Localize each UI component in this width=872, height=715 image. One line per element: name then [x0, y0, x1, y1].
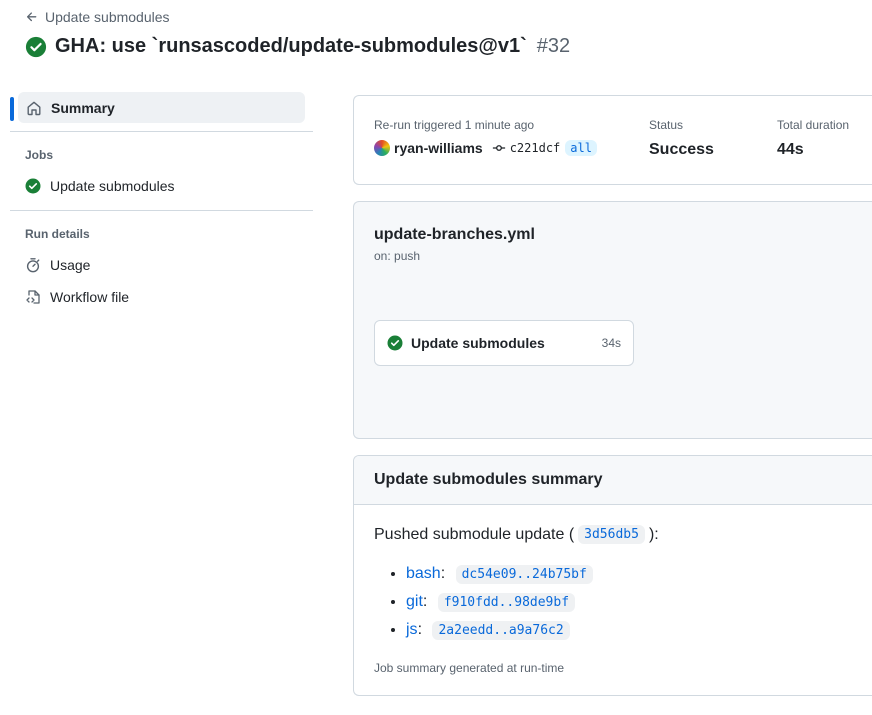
job-duration: 34s: [601, 336, 621, 350]
trigger-info: Re-run triggered 1 minute ago ryan-willi…: [374, 118, 597, 156]
status-label: Status: [649, 118, 684, 132]
sidebar-divider: [10, 131, 313, 132]
check-circle-fill-icon: [25, 36, 47, 57]
job-summary-panel: Update submodules summary Pushed submodu…: [353, 455, 872, 696]
sidebar-item-usage[interactable]: Usage: [10, 249, 314, 281]
pushed-suffix: ):: [648, 525, 659, 543]
submodule-link[interactable]: git: [406, 593, 423, 610]
sidebar-item-label: Update submodules: [50, 178, 175, 194]
summary-footer-note: Job summary generated at run-time: [374, 661, 565, 675]
page-title: GHA: use `runsascoded/update-submodules@…: [25, 35, 570, 58]
workflow-trigger: on: push: [374, 249, 421, 263]
pushed-update-line: Pushed submodule update ( 3d56db5 ):: [374, 525, 852, 544]
check-circle-fill-icon: [25, 178, 41, 194]
run-info-panel: Re-run triggered 1 minute ago ryan-willi…: [353, 95, 872, 185]
duration-label: Total duration: [777, 118, 850, 132]
back-link[interactable]: Update submodules: [25, 9, 170, 25]
actor-link[interactable]: ryan-williams: [394, 140, 483, 156]
status-info: Status Success: [649, 118, 714, 159]
status-value: Success: [649, 141, 714, 158]
job-name: Update submodules: [411, 335, 545, 351]
arrow-left-icon: [26, 12, 37, 22]
file-code-icon: [26, 290, 40, 304]
commit-range-link[interactable]: 2a2eedd..a9a76c2: [432, 621, 570, 640]
job-summary-heading: Update submodules summary: [354, 456, 872, 505]
git-commit-icon: [492, 145, 505, 151]
active-indicator: [10, 97, 14, 121]
branch-badge[interactable]: all: [565, 140, 597, 156]
back-link-label: Update submodules: [45, 9, 170, 25]
duration-value: 44s: [777, 141, 804, 158]
check-circle-fill-icon: [387, 335, 403, 351]
jobs-heading: Jobs: [25, 148, 54, 162]
commit-sha-link[interactable]: c221dcf: [510, 141, 561, 155]
run-title: GHA: use `runsascoded/update-submodules@…: [55, 35, 527, 57]
sidebar-item-job[interactable]: Update submodules: [10, 170, 314, 202]
sidebar-item-label: Summary: [51, 99, 115, 116]
sidebar-item-label: Workflow file: [50, 289, 130, 305]
commit-range-link[interactable]: dc54e09..24b75bf: [455, 565, 593, 584]
submodule-link[interactable]: js: [406, 621, 418, 638]
commit-range-link[interactable]: f910fdd..98de9bf: [437, 593, 576, 612]
sidebar-divider: [10, 210, 313, 211]
list-item: git: f910fdd..98de9bf: [406, 588, 852, 616]
job-card[interactable]: Update submodules 34s: [374, 320, 634, 366]
sidebar-item-label: Usage: [50, 257, 91, 273]
submodule-link[interactable]: bash: [406, 565, 441, 582]
avatar[interactable]: [374, 140, 390, 156]
workflow-file-name: update-branches.yml: [374, 226, 535, 243]
duration-info: Total duration 44s: [777, 118, 849, 159]
run-number: #32: [536, 35, 571, 57]
sidebar: Summary Jobs Update submodules Run detai…: [10, 92, 314, 313]
run-details-heading: Run details: [25, 227, 90, 241]
submodule-list: bash: dc54e09..24b75bf git: f910fdd..98d…: [374, 560, 852, 644]
pushed-prefix: Pushed submodule update (: [374, 525, 575, 543]
workflow-graph-panel: update-branches.yml on: push Update subm…: [353, 201, 872, 439]
sidebar-item-summary[interactable]: Summary: [10, 92, 305, 123]
list-item: bash: dc54e09..24b75bf: [406, 560, 852, 588]
trigger-label: Re-run triggered 1 minute ago: [374, 118, 535, 132]
home-icon: [27, 101, 41, 115]
list-item: js: 2a2eedd..a9a76c2: [406, 616, 852, 644]
sidebar-item-workflow-file[interactable]: Workflow file: [10, 281, 314, 313]
pushed-sha-link[interactable]: 3d56db5: [578, 525, 645, 544]
stopwatch-icon: [26, 258, 40, 273]
